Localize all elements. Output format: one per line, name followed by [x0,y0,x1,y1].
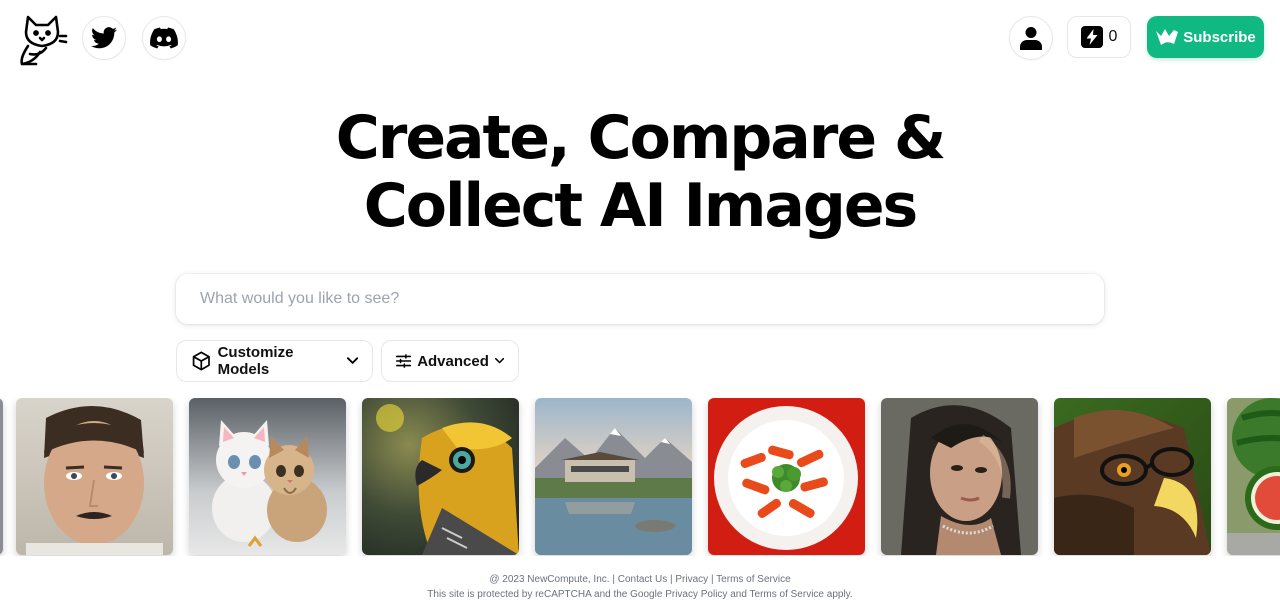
sliders-icon [396,354,412,368]
chevron-down-icon [346,357,358,364]
gallery-image-kittens[interactable] [189,398,346,555]
page-title: Create, Compare & Collect AI Images [240,104,1040,240]
discord-button[interactable] [142,16,186,60]
gallery-image-mountain-house[interactable] [535,398,692,555]
footer-separator: | [612,574,615,585]
discord-icon [150,27,178,49]
contact-us-link[interactable]: Contact Us [618,574,667,585]
top-navigation: 0 Subscribe [0,0,1280,80]
gallery-image-eagle-glasses[interactable] [1054,398,1211,555]
prompt-search-box [176,274,1104,324]
advanced-label: Advanced [417,352,489,370]
prompt-input[interactable] [176,274,1104,324]
gallery-image-carrot-plate[interactable] [708,398,865,555]
image-gallery [0,398,1280,556]
chevron-down-icon [494,357,504,364]
credits-button[interactable]: 0 [1067,16,1131,58]
lightning-icon [1080,26,1103,48]
gallery-image-partial[interactable] [0,398,3,555]
google-terms-link[interactable]: Terms of Service [750,589,824,600]
google-privacy-link[interactable]: Privacy Policy [665,589,727,600]
twitter-icon [91,27,117,49]
copyright-text: @ 2023 NewCompute, Inc. [489,574,610,585]
recaptcha-and: and [730,589,747,600]
gallery-image-man-portrait[interactable] [16,398,173,555]
terms-link[interactable]: Terms of Service [716,574,790,585]
subscribe-label: Subscribe [1183,28,1256,46]
subscribe-button[interactable]: Subscribe [1147,16,1264,58]
gallery-image-yellow-bird[interactable] [362,398,519,555]
gallery-image-watermelon[interactable] [1227,398,1280,555]
title-line-1: Create, Compare & [335,103,947,173]
account-button[interactable] [1009,16,1053,60]
customize-models-label: Customize Models [217,344,294,378]
recaptcha-notice: This site is protected by reCAPTCHA and … [0,587,1280,600]
cube-icon [192,351,210,371]
crown-icon [1156,29,1179,45]
footer-separator: | [669,574,673,585]
advanced-button[interactable]: Advanced [381,340,519,382]
recaptcha-apply: apply. [826,589,853,600]
twitter-button[interactable] [82,16,126,60]
gallery-image-woman-portrait[interactable] [881,398,1038,555]
privacy-link[interactable]: Privacy [675,574,708,585]
footer-links-line: @ 2023 NewCompute, Inc. | Contact Us | P… [0,572,1280,587]
user-icon [1020,27,1042,50]
customize-models-button[interactable]: Customize Models [176,340,373,382]
title-line-2: Collect AI Images [363,171,919,241]
page-footer: @ 2023 NewCompute, Inc. | Contact Us | P… [0,572,1280,600]
recaptcha-text: This site is protected by reCAPTCHA and … [427,589,663,600]
credits-count: 0 [1108,28,1118,45]
cat-logo-icon[interactable] [16,14,68,68]
footer-separator: | [710,574,714,585]
